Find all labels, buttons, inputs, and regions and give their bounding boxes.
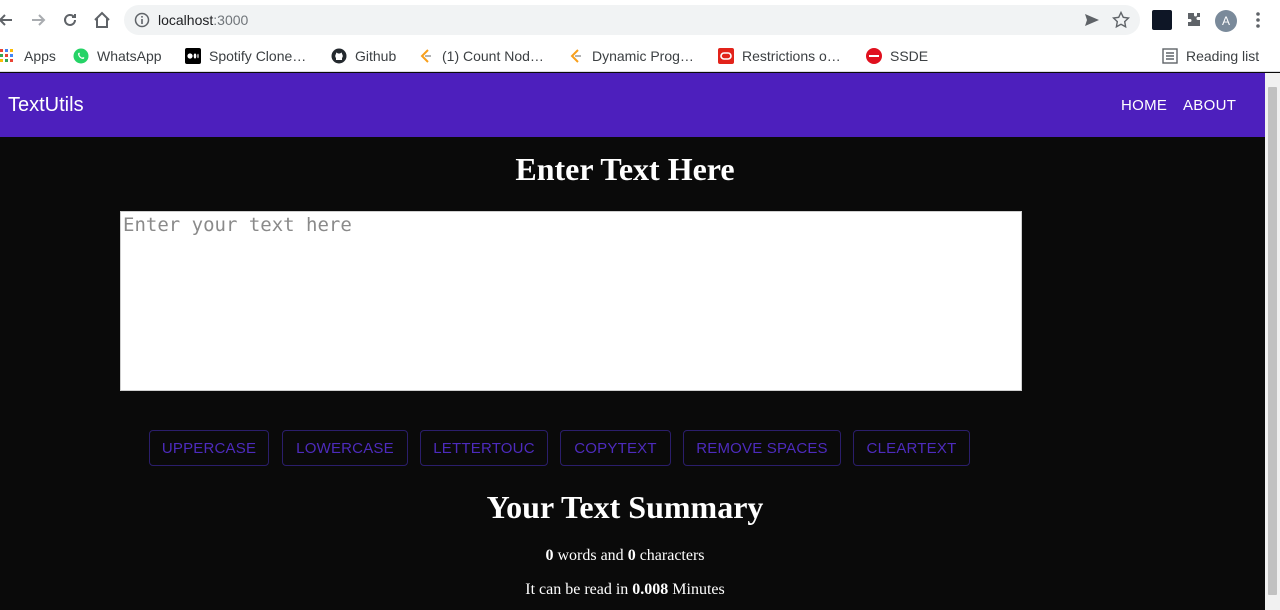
characters-label: characters [635, 547, 705, 564]
bookmark-label: Restrictions o… [742, 48, 841, 64]
send-tab-icon[interactable] [1084, 12, 1100, 28]
words-label: words and [553, 547, 628, 564]
bookmark-github[interactable]: Github [331, 46, 396, 66]
lowercase-button[interactable]: LOWERCASE [282, 430, 408, 466]
address-bar[interactable]: localhost:3000 [124, 5, 1140, 35]
reading-list-icon [1162, 48, 1178, 64]
back-arrow-icon[interactable] [0, 8, 18, 32]
page-scrollbar[interactable] [1265, 73, 1280, 610]
extensions-puzzle-icon[interactable] [1184, 10, 1204, 30]
lettertouc-button[interactable]: LETTERTOUC [420, 430, 548, 466]
tuf-icon [866, 48, 882, 64]
read-minutes: 0.008 [632, 581, 669, 598]
medium-icon [185, 48, 201, 64]
site-info-icon[interactable] [134, 12, 150, 28]
bookmark-label: Apps [24, 48, 56, 64]
word-char-count: 0 words and 0 characters [0, 547, 1250, 565]
remove-spaces-button[interactable]: REMOVE SPACES [683, 430, 841, 466]
scrollbar-thumb[interactable] [1268, 87, 1277, 595]
bookmark-spotify-clone[interactable]: Spotify Clone… [185, 46, 306, 66]
bookmark-star-icon[interactable] [1112, 11, 1130, 29]
cleartext-button[interactable]: CLEARTEXT [853, 430, 970, 466]
bookmark-dynamic-programming[interactable]: Dynamic Prog… [568, 46, 694, 66]
bookmarks-bar: Apps WhatsApp Spotify Clone… Github (1) … [0, 40, 1280, 72]
bookmark-whatsapp[interactable]: WhatsApp [73, 46, 162, 66]
reading-list-label: Reading list [1186, 48, 1260, 64]
home-icon[interactable] [90, 8, 114, 32]
navbar-brand[interactable]: TextUtils [8, 94, 84, 117]
bookmark-label: SSDE [890, 48, 929, 64]
nav-link-about[interactable]: ABOUT [1183, 97, 1236, 114]
bookmark-label: Dynamic Prog… [592, 48, 694, 64]
bookmark-apps[interactable]: Apps [0, 46, 56, 66]
oracle-icon [718, 48, 734, 64]
apps-grid-icon [0, 49, 13, 62]
browser-toolbar: localhost:3000 A [0, 0, 1280, 40]
extension-icon[interactable] [1152, 10, 1172, 30]
url-port: :3000 [213, 12, 249, 28]
url-host: localhost [158, 12, 214, 28]
navbar: TextUtils HOME ABOUT [0, 73, 1265, 137]
reading-list-button[interactable]: Reading list [1162, 46, 1259, 66]
text-input-area[interactable] [120, 211, 1022, 391]
uppercase-button[interactable]: UPPERCASE [149, 430, 269, 466]
nav-link-home[interactable]: HOME [1121, 97, 1167, 114]
page-heading: Enter Text Here [515, 151, 735, 187]
bookmark-label: WhatsApp [97, 48, 162, 64]
bookmark-label: Spotify Clone… [209, 48, 307, 64]
copytext-button[interactable]: COPYTEXT [560, 430, 671, 466]
github-icon [331, 48, 347, 64]
leetcode-icon [570, 49, 581, 63]
forward-arrow-icon[interactable] [26, 8, 50, 32]
reload-icon[interactable] [58, 8, 82, 32]
main-content: Enter Text Here UPPERCASE LOWERCASE LETT… [0, 137, 1265, 610]
minutes-label: Minutes [668, 581, 725, 598]
bookmark-ssde[interactable]: SSDE [866, 46, 928, 66]
bookmark-restrictions[interactable]: Restrictions o… [718, 46, 841, 66]
whatsapp-icon [73, 48, 89, 64]
page-viewport: TextUtils HOME ABOUT Enter Text Here UPP… [0, 73, 1280, 610]
read-time: It can be read in 0.008 Minutes [0, 581, 1250, 599]
profile-avatar[interactable]: A [1215, 10, 1237, 32]
bookmark-label: (1) Count Nod… [442, 48, 544, 64]
menu-kebab-icon[interactable] [1250, 10, 1266, 30]
url-text[interactable]: localhost:3000 [158, 12, 248, 28]
bookmark-count-nodes[interactable]: (1) Count Nod… [418, 46, 544, 66]
read-prefix: It can be read in [525, 581, 633, 598]
summary-heading: Your Text Summary [486, 489, 764, 525]
char-count: 0 [627, 547, 636, 564]
leetcode-icon [420, 49, 431, 63]
bookmark-label: Github [355, 48, 397, 64]
